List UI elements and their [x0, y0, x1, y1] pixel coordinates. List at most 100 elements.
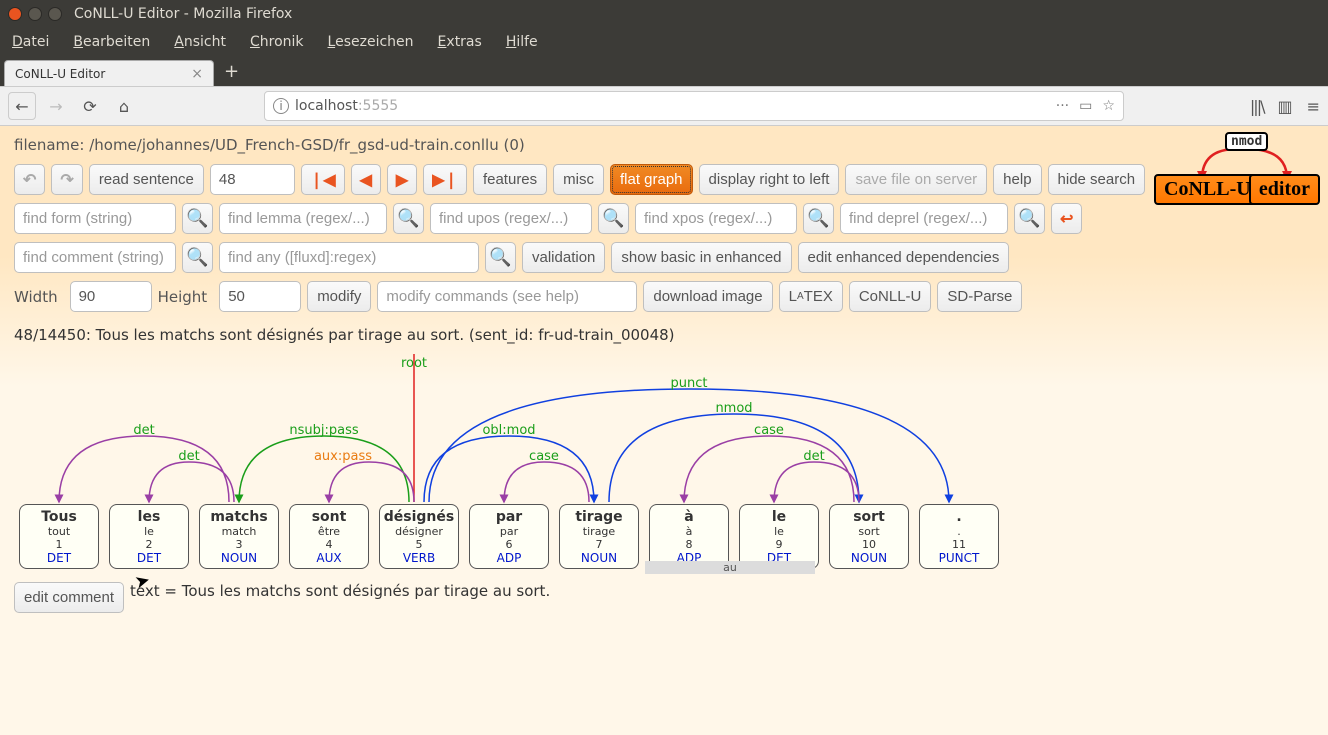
find-any-go-icon[interactable]: 🔍 [485, 242, 516, 273]
last-button[interactable]: ▶❘ [423, 164, 467, 195]
find-upos-go-icon[interactable]: 🔍 [598, 203, 629, 234]
hide-search-button[interactable]: hide search [1048, 164, 1146, 195]
dep-case2-label[interactable]: case [754, 423, 784, 438]
find-lemma-input[interactable] [219, 203, 387, 234]
token-form: tirage [562, 509, 636, 525]
next-button[interactable]: ▶ [387, 164, 417, 195]
conllu-button[interactable]: CoNLL-U [849, 281, 932, 312]
find-xpos-input[interactable] [635, 203, 797, 234]
new-tab-button[interactable]: + [214, 61, 249, 82]
dep-punct-label[interactable]: punct [671, 376, 708, 391]
latex-button[interactable]: LATEX [779, 281, 843, 312]
misc-button[interactable]: misc [553, 164, 604, 195]
dep-oblmod-label[interactable]: obl:mod [482, 423, 535, 438]
find-upos-input[interactable] [430, 203, 592, 234]
token-index: 6 [472, 538, 546, 551]
dep-auxpass-label[interactable]: aux:pass [314, 449, 372, 464]
find-deprel-go-icon[interactable]: 🔍 [1014, 203, 1045, 234]
token-4[interactable]: sontêtre4AUX [289, 504, 369, 569]
protection-icon[interactable]: ▭ [1079, 98, 1092, 114]
show-basic-button[interactable]: show basic in enhanced [611, 242, 791, 273]
window-maximize-icon[interactable] [48, 7, 62, 21]
find-comment-go-icon[interactable]: 🔍 [182, 242, 213, 273]
sentence-number-input[interactable] [210, 164, 295, 195]
browser-tab[interactable]: CoNLL-U Editor × [4, 60, 214, 86]
sidebar-icon[interactable]: ▥ [1277, 97, 1292, 116]
menu-file[interactable]: Datei [12, 34, 49, 50]
modify-button[interactable]: modify [307, 281, 371, 312]
edit-enhanced-button[interactable]: edit enhanced dependencies [798, 242, 1010, 273]
window-close-icon[interactable] [8, 7, 22, 21]
dep-root-label[interactable]: root [401, 356, 427, 371]
menu-icon[interactable]: ≡ [1307, 97, 1320, 116]
download-image-button[interactable]: download image [643, 281, 772, 312]
find-xpos-go-icon[interactable]: 🔍 [803, 203, 834, 234]
modify-commands-input[interactable] [377, 281, 637, 312]
find-comment-input[interactable] [14, 242, 176, 273]
token-upos: PUNCT [922, 551, 996, 565]
token-6[interactable]: parpar6ADP [469, 504, 549, 569]
find-deprel-input[interactable] [840, 203, 1008, 234]
dep-det1-label[interactable]: det [133, 423, 154, 438]
rtl-button[interactable]: display right to left [699, 164, 840, 195]
width-input[interactable] [70, 281, 152, 312]
undo-button[interactable]: ↶ [14, 164, 45, 195]
dep-nmod-label[interactable]: nmod [715, 401, 752, 416]
height-label: Height [158, 288, 208, 306]
save-button[interactable]: save file on server [845, 164, 987, 195]
menu-edit[interactable]: Bearbeiten [73, 34, 150, 50]
menu-bookmarks[interactable]: Lesezeichen [328, 34, 414, 50]
height-input[interactable] [219, 281, 301, 312]
find-form-go-icon[interactable]: 🔍 [182, 203, 213, 234]
forward-button[interactable]: → [42, 92, 70, 120]
token-2[interactable]: lesle2DET [109, 504, 189, 569]
library-icon[interactable]: |||\ [1250, 97, 1264, 116]
validation-button[interactable]: validation [522, 242, 605, 273]
find-form-input[interactable] [14, 203, 176, 234]
token-9[interactable]: lele9DET [739, 504, 819, 569]
token-1[interactable]: Toustout1DET [19, 504, 99, 569]
read-sentence-button[interactable]: read sentence [89, 164, 204, 195]
text-row: edit comment text = Tous les matchs sont… [14, 582, 1314, 613]
features-button[interactable]: features [473, 164, 547, 195]
token-3[interactable]: matchsmatch3NOUN [199, 504, 279, 569]
url-bar[interactable]: i localhost:5555 ··· ▭ ☆ [264, 91, 1124, 121]
search-back-button[interactable]: ↩ [1051, 203, 1082, 234]
menu-extras[interactable]: Extras [438, 34, 482, 50]
mwt-au[interactable]: au [645, 561, 815, 574]
page-actions-icon[interactable]: ··· [1056, 98, 1069, 114]
token-form: sort [832, 509, 906, 525]
find-any-input[interactable] [219, 242, 479, 273]
token-upos: AUX [292, 551, 366, 565]
token-10[interactable]: sortsort10NOUN [829, 504, 909, 569]
dep-det3-label[interactable]: det [803, 449, 824, 464]
dep-case1-label[interactable]: case [529, 449, 559, 464]
menu-view[interactable]: Ansicht [174, 34, 226, 50]
token-11[interactable]: ..11PUNCT [919, 504, 999, 569]
bookmark-star-icon[interactable]: ☆ [1102, 98, 1115, 114]
window-minimize-icon[interactable] [28, 7, 42, 21]
find-lemma-go-icon[interactable]: 🔍 [393, 203, 424, 234]
site-info-icon[interactable]: i [273, 98, 289, 114]
home-button[interactable]: ⌂ [110, 92, 138, 120]
dep-det2-label[interactable]: det [178, 449, 199, 464]
edit-comment-button[interactable]: edit comment [14, 582, 124, 613]
token-8[interactable]: àà8ADP [649, 504, 729, 569]
flat-graph-button[interactable]: flat graph [610, 164, 693, 195]
menu-history[interactable]: Chronik [250, 34, 304, 50]
token-form: matchs [202, 509, 276, 525]
tab-close-icon[interactable]: × [191, 66, 203, 82]
prev-button[interactable]: ◀ [351, 164, 381, 195]
dep-nsubjpass-label[interactable]: nsubj:pass [289, 423, 358, 438]
sdparse-button[interactable]: SD-Parse [937, 281, 1022, 312]
reload-button[interactable]: ⟳ [76, 92, 104, 120]
token-5[interactable]: désignésdésigner5VERB [379, 504, 459, 569]
help-button[interactable]: help [993, 164, 1041, 195]
first-button[interactable]: ❘◀ [301, 164, 345, 195]
redo-button[interactable]: ↷ [51, 164, 82, 195]
menu-help[interactable]: Hilfe [506, 34, 538, 50]
back-button[interactable]: ← [8, 92, 36, 120]
token-upos: ADP [472, 551, 546, 565]
menubar: Datei Bearbeiten Ansicht Chronik Lesezei… [0, 28, 1328, 56]
token-7[interactable]: tiragetirage7NOUN [559, 504, 639, 569]
